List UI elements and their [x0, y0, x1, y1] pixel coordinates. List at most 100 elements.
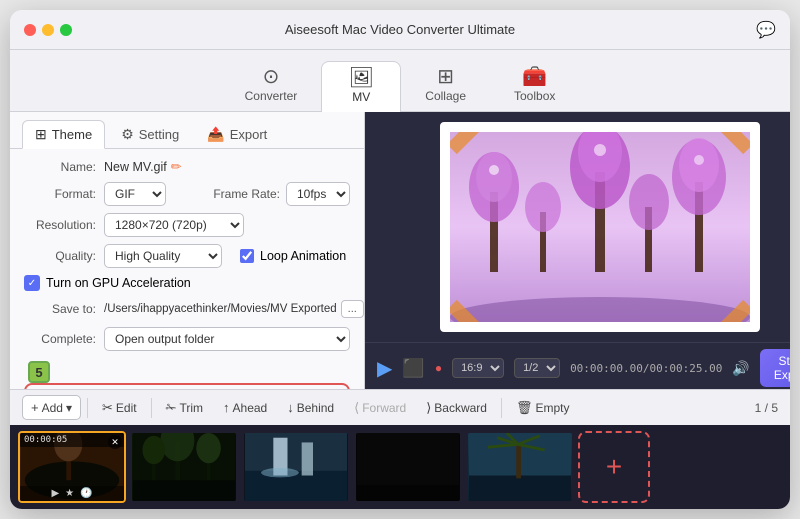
main-area: ⊞ Theme ⚙ Setting 📤 Export Name:: [10, 112, 790, 389]
add-button[interactable]: + Add ▾: [22, 395, 81, 420]
start-export-right-button[interactable]: Start Export: [760, 349, 790, 387]
collage-icon: ⊞: [437, 67, 454, 87]
step-badge: 5: [28, 361, 50, 383]
separator-1: [87, 398, 88, 418]
app-window: Aiseesoft Mac Video Converter Ultimate 💬…: [10, 10, 790, 509]
separator-3: [501, 398, 502, 418]
resolution-select[interactable]: 1280×720 (720p) 1920×1080 (1080p): [104, 213, 244, 237]
quality-level-select[interactable]: 1/2 1/1: [514, 358, 560, 378]
thumb-1-clock[interactable]: 🕐: [80, 488, 92, 499]
loop-checkbox[interactable]: [240, 249, 254, 263]
chat-icon[interactable]: 💬: [756, 20, 776, 40]
play-button[interactable]: ▶: [377, 356, 392, 381]
trim-icon: ✁: [166, 400, 177, 416]
tab-bar: ⊙ Converter 🖼 MV ⊞ Collage 🧰 Toolbox: [10, 50, 790, 112]
empty-button[interactable]: 🗑 Empty: [508, 396, 578, 420]
tab-toolbox[interactable]: 🧰 Toolbox: [490, 61, 579, 111]
edit-button[interactable]: ✂ Edit: [94, 396, 145, 420]
name-label: Name:: [24, 160, 96, 174]
tab-toolbox-label: Toolbox: [514, 89, 555, 103]
left-panel: ⊞ Theme ⚙ Setting 📤 Export Name:: [10, 112, 365, 389]
thumb-1-star[interactable]: ★: [65, 488, 74, 499]
film-thumb-5[interactable]: [466, 431, 574, 503]
backward-icon: ⟩: [426, 400, 431, 416]
maximize-button[interactable]: [60, 24, 72, 36]
trim-button[interactable]: ✁ Trim: [158, 396, 211, 420]
thumb-5-svg: [468, 433, 572, 501]
name-value: New MV.gif ✏: [104, 159, 350, 175]
framerate-label: Frame Rate:: [213, 187, 280, 201]
tab-collage-label: Collage: [425, 89, 466, 103]
right-panel: ▶ ⬛ ● 16:9 4:3 1:1 1/2 1/1 00:00:00.00/0…: [365, 112, 790, 389]
page-count: 1 / 5: [755, 401, 778, 415]
volume-icon[interactable]: 🔊: [732, 360, 749, 377]
quality-label: Quality:: [24, 249, 96, 263]
add-clip-button[interactable]: +: [578, 431, 650, 503]
forward-icon: ⟨: [354, 400, 359, 416]
export-box: Start Export: [24, 383, 350, 389]
record-button[interactable]: ●: [435, 361, 442, 375]
ahead-button[interactable]: ↑ Ahead: [215, 396, 275, 419]
backward-button[interactable]: ⟩ Backward: [418, 396, 495, 420]
toolbox-icon: 🧰: [522, 67, 547, 87]
preview-image: [440, 122, 760, 332]
film-thumb-2[interactable]: [130, 431, 238, 503]
behind-icon: ↓: [287, 400, 294, 415]
film-thumb-3[interactable]: [242, 431, 350, 503]
thumb-4-svg: [356, 433, 460, 501]
sub-tabs: ⊞ Theme ⚙ Setting 📤 Export: [10, 112, 364, 149]
film-thumb-4[interactable]: [354, 431, 462, 503]
loop-label: Loop Animation: [260, 249, 346, 263]
gpu-label: Turn on GPU Acceleration: [46, 276, 191, 290]
sub-tab-theme[interactable]: ⊞ Theme: [22, 120, 105, 149]
browse-path-button[interactable]: ...: [341, 300, 364, 318]
export-icon: 📤: [207, 126, 224, 143]
edit-icon: ✂: [102, 400, 113, 416]
resolution-label: Resolution:: [24, 218, 96, 232]
film-thumb-1[interactable]: 00:00:05 ✕ ▶ ★ 🕐: [18, 431, 126, 503]
app-title: Aiseesoft Mac Video Converter Ultimate: [285, 22, 515, 37]
export-area: 5 Start Export: [10, 361, 364, 389]
complete-row: Complete: Open output folder Do nothing: [24, 327, 350, 351]
saveto-label: Save to:: [24, 302, 96, 316]
thumb-1-close[interactable]: ✕: [108, 435, 122, 449]
sub-tab-export-label: Export: [230, 127, 268, 142]
theme-icon: ⊞: [35, 126, 47, 143]
converter-icon: ⊙: [263, 67, 280, 87]
forward-button[interactable]: ⟨ Forward: [346, 396, 414, 420]
player-controls: ▶ ⬛ ● 16:9 4:3 1:1 1/2 1/1 00:00:00.00/0…: [365, 342, 790, 389]
trash-icon: 🗑: [516, 400, 533, 416]
framerate-select[interactable]: 10fps 24fps 30fps: [286, 182, 350, 206]
complete-label: Complete:: [24, 332, 96, 346]
preview-svg: [450, 132, 750, 322]
sub-tab-setting[interactable]: ⚙ Setting: [109, 121, 191, 148]
complete-select[interactable]: Open output folder Do nothing: [104, 327, 350, 351]
aspect-select[interactable]: 16:9 4:3 1:1: [452, 358, 504, 378]
quality-select[interactable]: High Quality Medium Quality: [104, 244, 222, 268]
tab-mv[interactable]: 🖼 MV: [321, 61, 401, 112]
gpu-checkbox[interactable]: ✓: [24, 275, 40, 291]
format-row: Format: GIF MP4 MOV Frame Rate: 10fps 24…: [24, 182, 350, 206]
behind-button[interactable]: ↓ Behind: [279, 396, 342, 419]
tab-converter[interactable]: ⊙ Converter: [221, 61, 322, 111]
tab-collage[interactable]: ⊞ Collage: [401, 61, 490, 111]
add-chevron-icon: ▾: [66, 401, 72, 415]
gpu-row: ✓ Turn on GPU Acceleration: [24, 275, 350, 291]
close-button[interactable]: [24, 24, 36, 36]
sub-tab-export[interactable]: 📤 Export: [195, 121, 279, 148]
thumb-1-play[interactable]: ▶: [51, 488, 59, 499]
minimize-button[interactable]: [42, 24, 54, 36]
bottom-toolbar: + Add ▾ ✂ Edit ✁ Trim ↑ Ahead ↓ Behind ⟨…: [10, 389, 790, 425]
framerate-group: Frame Rate: 10fps 24fps 30fps: [213, 182, 350, 206]
saveto-row: Save to: /Users/ihappyacethinker/Movies/…: [24, 298, 350, 320]
format-label: Format:: [24, 187, 96, 201]
thumb-1-controls: ▶ ★ 🕐: [20, 486, 124, 501]
preview-area: [365, 112, 790, 342]
setting-icon: ⚙: [121, 126, 134, 143]
format-select[interactable]: GIF MP4 MOV: [104, 182, 166, 206]
mv-icon: 🖼: [349, 68, 374, 88]
separator-2: [151, 398, 152, 418]
stop-button[interactable]: ⬛: [402, 358, 424, 379]
edit-name-icon[interactable]: ✏: [171, 159, 182, 175]
resolution-row: Resolution: 1280×720 (720p) 1920×1080 (1…: [24, 213, 350, 237]
